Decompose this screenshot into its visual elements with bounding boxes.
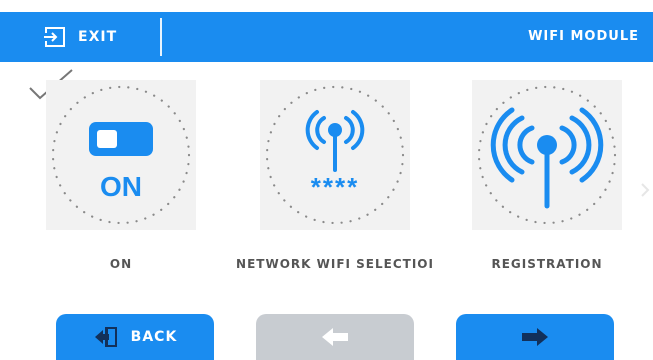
exit-button[interactable]: EXIT — [44, 12, 154, 62]
tile-on-graphic: ON — [51, 85, 191, 225]
toggle-icon — [89, 122, 153, 156]
wifi-antenna-icon — [490, 107, 604, 209]
top-bar: EXIT WIFI MODULE — [0, 12, 653, 62]
back-button[interactable]: BACK — [56, 314, 214, 360]
next-button[interactable] — [456, 314, 614, 360]
back-door-icon — [94, 327, 117, 347]
tile-on-label: ON — [109, 257, 133, 271]
toggle-status-text: ON — [100, 171, 142, 202]
antenna-head — [328, 123, 342, 137]
tile-on[interactable]: ON — [46, 80, 196, 230]
antenna-head — [537, 135, 557, 155]
previous-button — [256, 314, 414, 360]
wifi-antenna-icon — [305, 110, 365, 172]
chevron-right-icon[interactable] — [640, 180, 650, 200]
tile-network-wifi-selection[interactable]: **** — [260, 80, 410, 230]
exit-label: EXIT — [78, 29, 118, 45]
arrow-left-icon — [322, 328, 348, 346]
arrow-right-icon — [522, 328, 548, 346]
tile-registration[interactable] — [472, 80, 622, 230]
tile-network-graphic: **** — [265, 85, 405, 225]
back-label: BACK — [130, 329, 178, 345]
tile-registration-label: REGISTRATION — [491, 257, 603, 271]
password-mask-text: **** — [311, 172, 359, 202]
tile-registration-graphic — [477, 85, 617, 225]
page-title: WIFI MODULE — [528, 29, 639, 44]
header-divider — [160, 18, 162, 56]
exit-icon — [44, 27, 65, 47]
tile-network-wifi-selection-label: NETWORK WIFI SELECTIOI — [236, 257, 434, 271]
